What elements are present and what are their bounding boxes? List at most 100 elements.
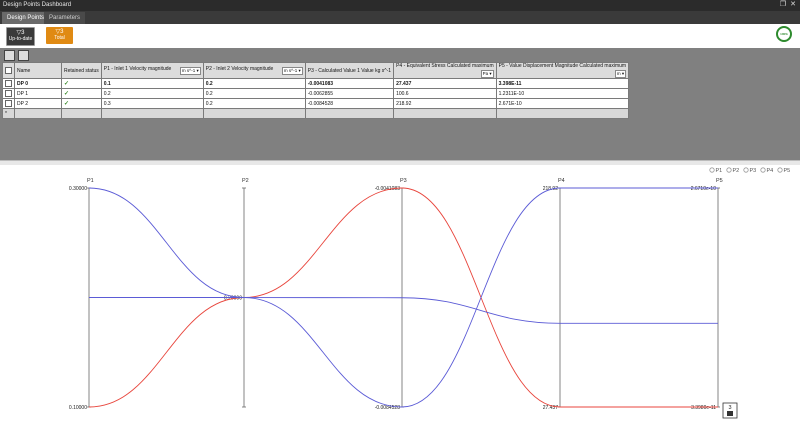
row-p4: 27.437 [393, 78, 497, 89]
window-title: Design Points Dashboard [3, 2, 72, 8]
row-p3: -0.0084528 [304, 98, 395, 109]
legend-label-p2[interactable]: P2 [733, 168, 740, 174]
row-checkbox[interactable] [5, 90, 12, 97]
axis-min-label: -0.0084528 [375, 405, 401, 411]
row-name: DP 1 [14, 88, 62, 99]
parallel-coordinates-chart: P1 P2 P3 P4 P5 P1 0.30000 0.10000 P2 0.20000 P3 -0.… [0, 164, 800, 440]
axis-max-label: 0.30000 [69, 186, 87, 192]
row-p2[interactable]: 0.2 [202, 98, 306, 109]
row-name: DP 2 [14, 98, 62, 109]
axis-name-p5: P5 [716, 178, 723, 184]
row-p1[interactable]: 0.1 [100, 78, 204, 89]
table-row[interactable]: DP 2 ✓ 0.3 0.2 -0.0084528 218.92 2.671E-… [2, 98, 630, 109]
p4-unit-dropdown[interactable]: Pa ▾ [480, 70, 494, 78]
row-p1[interactable]: 0.3 [100, 98, 204, 109]
total-label: Total [54, 35, 65, 41]
header-name[interactable]: Name [14, 62, 62, 79]
new-row-p2-input[interactable] [202, 108, 306, 119]
new-row-p5 [495, 108, 630, 119]
row-p3: -0.0041083 [304, 78, 395, 89]
p2-unit-dropdown[interactable]: m s^-1 ▾ [281, 67, 303, 75]
title-bar: Design Points Dashboard ❐ ✕ [0, 0, 800, 11]
header-retained[interactable]: Retained status [61, 62, 102, 79]
row-name: DP 0 [14, 78, 62, 89]
tab-parameters[interactable]: Parameters [44, 12, 86, 24]
header-p4[interactable]: P4 - Equivalent Stress Calculated maximu… [393, 62, 497, 79]
chart-view-icon[interactable] [18, 50, 29, 61]
legend-marker-p4[interactable] [760, 167, 766, 173]
design-points-table: Name Retained status P1 - Inlet 1 Veloci… [2, 62, 630, 119]
cube-icon [727, 411, 733, 416]
axis-max-label: 2.6710e-10 [691, 186, 717, 192]
new-row-name[interactable] [14, 108, 62, 119]
header-p3[interactable]: P3 - Calculated Value 1 Value kg s^-1 [304, 62, 395, 79]
row-p5: 2.671E-10 [495, 98, 630, 109]
header-p1-label: P1 - Inlet 1 Velocity magnitude [103, 66, 172, 72]
row-p3: -0.0062855 [304, 88, 395, 99]
table-view-icon[interactable] [4, 50, 15, 61]
row-checkbox[interactable] [5, 100, 12, 107]
p1-unit-dropdown[interactable]: m s^-1 ▾ [179, 67, 201, 75]
axis-name-p2: P2 [242, 178, 249, 184]
legend-label-p1[interactable]: P1 [716, 168, 723, 174]
up-to-date-label: Up-to-date [8, 36, 33, 42]
retained-check-icon[interactable]: ✓ [61, 88, 102, 99]
row-checkbox[interactable] [5, 80, 12, 87]
new-row-p1-input[interactable] [100, 108, 204, 119]
legend-label-p5[interactable]: P5 [784, 168, 791, 174]
p5-unit-dropdown[interactable]: m ▾ [614, 70, 627, 78]
row-p5: 1.2311E-10 [495, 88, 630, 99]
axis-min-label: 0.10000 [69, 405, 87, 411]
header-p5[interactable]: P5 - Value Displacement Magnitude Calcul… [495, 62, 630, 79]
design-points-grid-panel: Name Retained status P1 - Inlet 1 Veloci… [0, 48, 800, 160]
count-badge-label: 3 [728, 405, 731, 411]
legend-marker-p3[interactable] [743, 167, 749, 173]
row-p2[interactable]: 0.2 [202, 88, 306, 99]
header-p2-label: P2 - Inlet 2 Velocity magnitude [205, 66, 274, 72]
legend-marker-p1[interactable] [709, 167, 715, 173]
table-row[interactable]: DP 0 ✓ 0.1 0.2 -0.0041083 27.437 3.398E-… [2, 78, 630, 89]
close-icon[interactable]: ✕ [790, 1, 796, 9]
legend-label-p3[interactable]: P3 [750, 168, 757, 174]
row-p5: 3.398E-11 [495, 78, 630, 89]
table-header-row: Name Retained status P1 - Inlet 1 Veloci… [2, 62, 630, 79]
axis-min-label: 3.3980e-11 [691, 405, 716, 411]
select-all-cell[interactable] [2, 62, 15, 79]
legend-label-p4[interactable]: P4 [767, 168, 774, 174]
up-to-date-filter-button[interactable]: ▽3 Up-to-date [6, 27, 35, 46]
new-row-p3 [304, 108, 395, 119]
retained-check-icon[interactable]: ✓ [61, 98, 102, 109]
header-p1[interactable]: P1 - Inlet 1 Velocity magnitude m s^-1 ▾ [100, 62, 204, 79]
tab-design-points[interactable]: Design Points [2, 12, 50, 24]
restore-icon[interactable]: ❐ [780, 1, 786, 9]
axis-name-p3: P3 [400, 178, 407, 184]
legend-marker-p2[interactable] [726, 167, 732, 173]
tab-bar: Design Points Parameters [0, 11, 800, 24]
axis-max-label: -0.0041083 [375, 186, 401, 192]
axis-name-p4: P4 [558, 178, 565, 184]
series-line-1[interactable] [88, 297, 719, 324]
retained-check-icon[interactable]: ✓ [61, 78, 102, 89]
row-select-cell[interactable] [2, 78, 15, 89]
row-p1[interactable]: 0.2 [100, 88, 204, 99]
new-row-retained [61, 108, 102, 119]
legend-marker-p5[interactable] [777, 167, 783, 173]
new-row-p4 [393, 108, 497, 119]
parallel-chart-svg: P1 P2 P3 P4 P5P10.300000.10000P20.20000P3-0.… [69, 167, 791, 419]
row-p4: 100.6 [393, 88, 497, 99]
select-all-checkbox[interactable] [5, 67, 12, 74]
axis-name-p1: P1 [87, 178, 94, 184]
header-p4-label: P4 - Equivalent Stress Calculated maximu… [396, 63, 494, 70]
update-progress-indicator: 100% [776, 26, 792, 42]
new-row[interactable]: * [2, 108, 630, 119]
row-select-cell[interactable] [2, 98, 15, 109]
total-filter-button[interactable]: ▽3 Total [46, 27, 73, 44]
new-row-marker: * [2, 108, 15, 119]
toolbar: ▽3 Up-to-date ▽3 Total [0, 24, 800, 49]
row-p2[interactable]: 0.2 [202, 78, 306, 89]
row-select-cell[interactable] [2, 88, 15, 99]
table-row[interactable]: DP 1 ✓ 0.2 0.2 -0.0062855 100.6 1.2311E-… [2, 88, 630, 99]
header-p5-label: P5 - Value Displacement Magnitude Calcul… [498, 63, 627, 70]
row-p4: 218.92 [393, 98, 497, 109]
header-p2[interactable]: P2 - Inlet 2 Velocity magnitude m s^-1 ▾ [202, 62, 306, 79]
